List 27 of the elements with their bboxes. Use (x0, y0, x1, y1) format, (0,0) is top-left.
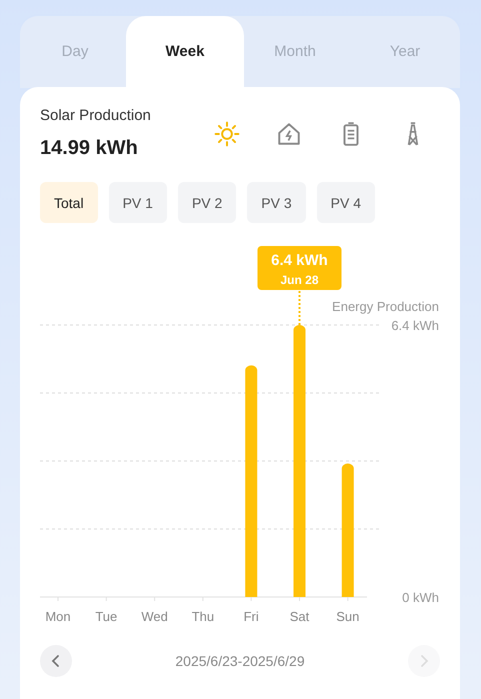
axis-label: Fri (244, 609, 259, 624)
filter-chip[interactable]: PV 3 (247, 182, 306, 223)
axis-label: 0 kWh (402, 590, 439, 605)
sun-icon[interactable] (214, 121, 240, 147)
filter-chip[interactable]: PV 4 (316, 182, 376, 223)
axis-label: Wed (141, 609, 168, 624)
house-bolt-icon[interactable] (276, 121, 302, 147)
leader-line (298, 291, 300, 325)
axis-label: Thu (192, 609, 214, 624)
tooltip: 6.4 kWh Jun 28 (258, 246, 342, 290)
summary-title: Solar Production (40, 107, 152, 124)
date-range: 2025/6/23-2025/6/29 (175, 653, 305, 669)
axis-label: Sun (336, 609, 360, 624)
bar[interactable] (245, 365, 258, 597)
legend-label: Energy Production (332, 299, 439, 314)
axis-label: Mon (45, 609, 71, 624)
period-tab[interactable]: Week (126, 16, 244, 88)
summary-value: 14.99 kWh (40, 137, 139, 160)
filter-chip[interactable]: Total (40, 182, 98, 223)
filter-chip[interactable]: PV 1 (108, 182, 167, 223)
axis-label: 6.4 kWh (391, 318, 439, 333)
axis-label: Sat (290, 609, 310, 624)
axis-label: Tue (95, 609, 118, 624)
previous-button[interactable] (40, 645, 72, 677)
bar[interactable] (294, 325, 306, 597)
filter-chip[interactable]: PV 2 (178, 182, 236, 223)
bar[interactable] (342, 464, 354, 597)
